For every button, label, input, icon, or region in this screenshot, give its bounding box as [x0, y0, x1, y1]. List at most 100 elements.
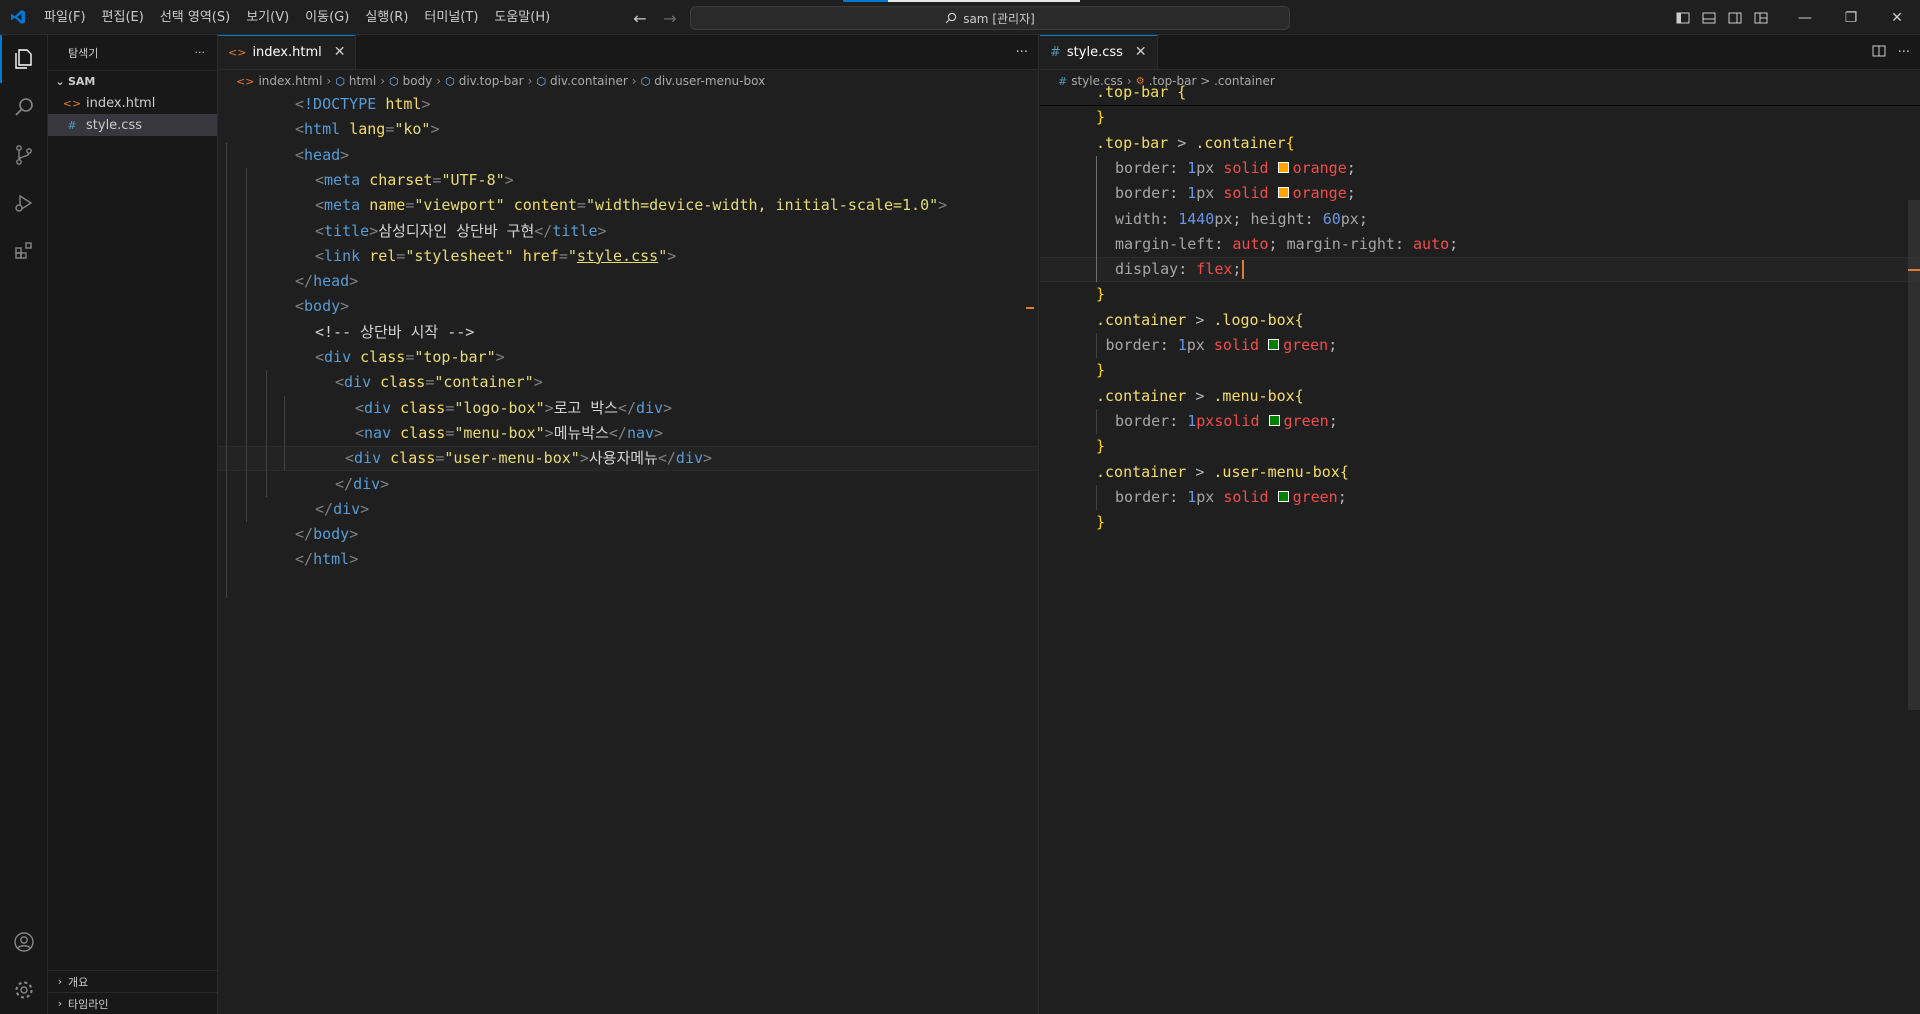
- forward-arrow-icon[interactable]: →: [658, 6, 682, 30]
- code-token: >: [1195, 386, 1214, 405]
- code-token: }: [1096, 513, 1106, 532]
- indent-guide: [1096, 484, 1097, 511]
- more-actions-icon[interactable]: ···: [1898, 45, 1910, 60]
- code-editor-html[interactable]: <!DOCTYPE html> <html lang="ko"> <head> <me…: [218, 92, 1038, 1014]
- code-token: ;: [1232, 260, 1242, 279]
- menu-item[interactable]: 도움말(H): [486, 0, 558, 35]
- code-token: }: [1096, 108, 1106, 127]
- code-token: px: [1186, 336, 1214, 354]
- code-token: </: [335, 474, 354, 493]
- color-swatch-icon[interactable]: [1277, 490, 1289, 502]
- menu-item[interactable]: 선택 영역(S): [152, 0, 238, 35]
- color-swatch-icon[interactable]: [1277, 161, 1289, 173]
- breadcrumb-item[interactable]: index.html: [258, 74, 322, 88]
- code-token: <: [295, 297, 305, 316]
- source-control-icon[interactable]: [0, 131, 48, 179]
- code-token: </: [657, 449, 676, 468]
- restore-button[interactable]: ❐: [1828, 0, 1874, 35]
- color-swatch-icon[interactable]: [1277, 187, 1289, 199]
- toggle-secondary-sidebar-icon[interactable]: [1724, 7, 1746, 29]
- overview-ruler-marker: [1026, 307, 1034, 310]
- code-token: "container": [434, 373, 534, 392]
- html-file-icon: <>: [236, 74, 255, 88]
- code-token: green: [1292, 487, 1338, 506]
- toggle-primary-sidebar-icon[interactable]: [1672, 7, 1694, 29]
- code-token: ;: [1358, 209, 1368, 228]
- color-swatch-icon[interactable]: [1268, 339, 1280, 350]
- code-token: html: [385, 95, 422, 113]
- menu-item[interactable]: 이동(G): [297, 0, 357, 35]
- html-file-icon: <>: [228, 45, 247, 59]
- command-center-search[interactable]: sam [관리자]: [690, 6, 1290, 30]
- folder-section-sam[interactable]: ⌄ SAM: [48, 70, 217, 92]
- code-token: auto: [1413, 234, 1450, 253]
- code-token: green: [1283, 336, 1329, 354]
- code-token: <: [355, 398, 365, 417]
- code-token: solid: [1223, 184, 1278, 203]
- code-token: orange: [1292, 184, 1347, 203]
- search-view-icon[interactable]: [0, 83, 48, 131]
- code-token: >: [663, 398, 673, 417]
- code-token: >: [421, 95, 431, 113]
- file-item-index-html[interactable]: <> index.html: [48, 92, 217, 114]
- code-line: .container > .menu-box{: [1096, 384, 1304, 409]
- code-line: <body>: [295, 294, 349, 319]
- indent-guide: [246, 319, 247, 523]
- menu-item[interactable]: 터미널(T): [416, 0, 486, 35]
- html-file-icon: <>: [62, 96, 82, 110]
- code-line: <meta charset="UTF-8">: [315, 168, 514, 193]
- more-actions-icon[interactable]: ···: [1016, 45, 1028, 60]
- code-token: .menu-box{: [1213, 386, 1304, 405]
- code-line: </html>: [295, 547, 358, 572]
- run-debug-icon[interactable]: [0, 179, 48, 227]
- accounts-icon[interactable]: [0, 918, 48, 966]
- code-token: <: [345, 449, 355, 468]
- code-token: </: [617, 398, 636, 417]
- outline-section[interactable]: › 개요: [48, 970, 218, 992]
- timeline-section[interactable]: › 타임라인: [48, 992, 218, 1014]
- close-icon[interactable]: ✕: [334, 44, 346, 60]
- code-line: display: flex;: [1115, 257, 1245, 282]
- breadcrumb-item[interactable]: body: [403, 74, 433, 88]
- menu-item[interactable]: 파일(F): [36, 0, 94, 35]
- menu-item[interactable]: 실행(R): [357, 0, 416, 35]
- toggle-panel-icon[interactable]: [1698, 7, 1720, 29]
- breadcrumb-item[interactable]: div.top-bar: [459, 74, 524, 88]
- code-token: </: [534, 221, 553, 240]
- code-line: <div class="user-menu-box">사용자메뉴</div>: [345, 446, 712, 471]
- tab-style-css[interactable]: # style.css ✕: [1040, 35, 1158, 69]
- extensions-icon[interactable]: [0, 227, 48, 275]
- breadcrumb-item[interactable]: div.container: [550, 74, 628, 88]
- activity-bar: [0, 35, 48, 1014]
- code-token: >: [667, 246, 677, 265]
- menu-item[interactable]: 편집(E): [94, 0, 152, 35]
- indent-guide: [1096, 155, 1097, 283]
- menu-item[interactable]: 보기(V): [238, 0, 297, 35]
- split-editor-icon[interactable]: [1872, 44, 1886, 62]
- code-editor-css[interactable]: .top-bar {} .top-bar > .container{border:…: [1040, 83, 1920, 1014]
- css-file-icon: #: [1050, 44, 1061, 60]
- code-token: "stylesheet": [405, 246, 523, 265]
- color-swatch-icon[interactable]: [1268, 414, 1280, 426]
- file-item-style-css[interactable]: # style.css: [48, 114, 217, 136]
- settings-gear-icon[interactable]: [0, 966, 48, 1014]
- code-token: 60: [1322, 209, 1341, 228]
- minimize-button[interactable]: —: [1782, 0, 1828, 35]
- back-arrow-icon[interactable]: ←: [628, 6, 652, 30]
- close-icon[interactable]: ✕: [1135, 44, 1147, 60]
- customize-layout-icon[interactable]: [1750, 7, 1772, 29]
- indent-guide: [266, 370, 267, 497]
- vertical-scrollbar[interactable]: [1908, 200, 1920, 710]
- more-actions-icon[interactable]: ···: [195, 46, 206, 59]
- breadcrumb-item[interactable]: div.user-menu-box: [654, 74, 765, 88]
- code-token: border: [1115, 487, 1170, 506]
- code-token: <: [335, 373, 345, 392]
- code-token: </: [608, 423, 627, 442]
- close-window-button[interactable]: ✕: [1874, 0, 1920, 35]
- breadcrumb-item[interactable]: html: [349, 74, 376, 88]
- tab-index-html[interactable]: <> index.html ✕: [218, 35, 357, 69]
- code-line: }: [1096, 282, 1105, 307]
- code-token: auto: [1232, 234, 1269, 253]
- code-token: =: [445, 398, 455, 417]
- explorer-icon[interactable]: [0, 35, 48, 83]
